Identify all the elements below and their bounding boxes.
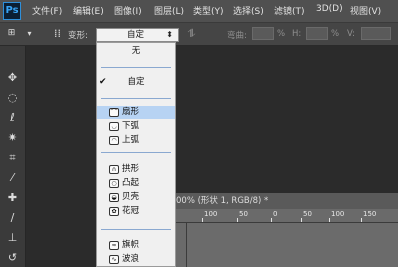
preset-tool-icon[interactable]: ⊞ xyxy=(4,26,19,41)
menu-file[interactable]: 文件(F) xyxy=(32,4,62,17)
warp-option-flag[interactable]: ≈ 旗帜 xyxy=(97,239,175,252)
warp-option-label: 凸起 xyxy=(122,178,140,188)
photoshop-logo: Ps xyxy=(3,2,21,20)
ruler-label: 100 xyxy=(331,210,345,218)
options-bar: ⊞ ▾ ⁞⁞ 变形: ⥮ 弯曲: % H: % V: xyxy=(0,23,398,46)
shell-icon: ◒ xyxy=(109,193,119,202)
warp-option-label: 旗帜 xyxy=(122,240,140,250)
warp-label: 变形: xyxy=(68,31,88,41)
ruler-label: 0 xyxy=(273,210,278,218)
brush-tool-icon[interactable]: ∕ xyxy=(5,210,20,225)
menu-type[interactable]: 类型(Y) xyxy=(193,4,224,17)
menu-3d[interactable]: 3D(D) xyxy=(316,4,343,14)
warp-option-label: 拱形 xyxy=(122,164,140,174)
h-distort-label: H: xyxy=(292,29,302,39)
ruler-label: 100 xyxy=(204,210,218,218)
arch-icon: ∩ xyxy=(109,165,119,174)
warp-option-label: 自定 xyxy=(127,77,145,87)
warp-option-label: 无 xyxy=(131,46,141,56)
menu-edit[interactable]: 编辑(E) xyxy=(73,4,104,17)
warp-option-label: 波浪 xyxy=(122,254,140,264)
warp-option-custom[interactable]: ✔ 自定 xyxy=(97,76,175,89)
menu-bar: Ps 文件(F) 编辑(E) 图像(I) 图层(L) 类型(Y) 选择(S) 滤… xyxy=(0,0,398,23)
bend-input[interactable] xyxy=(252,27,274,40)
warp-option-flower[interactable]: ✿ 花冠 xyxy=(97,205,175,218)
document-tab[interactable]: 00% (形状 1, RGB/8) * xyxy=(176,193,398,209)
chevron-down-icon[interactable]: ▾ xyxy=(22,26,37,41)
menu-separator xyxy=(101,67,171,68)
stamp-tool-icon[interactable]: ⊥ xyxy=(5,230,20,245)
menu-separator xyxy=(101,229,171,230)
warp-option-label: 下弧 xyxy=(122,121,140,131)
horizontal-ruler: 100 50 0 50 100 150 xyxy=(176,209,398,223)
arc-lower-icon: ◡ xyxy=(109,122,119,131)
ruler-label: 50 xyxy=(239,210,248,218)
v-distort-label: V: xyxy=(347,29,355,39)
history-brush-tool-icon[interactable]: ↺ xyxy=(5,250,20,265)
v-distort-input[interactable] xyxy=(361,27,391,40)
warp-option-shell[interactable]: ◒ 贝壳 xyxy=(97,191,175,204)
warp-style-menu: 无 ✔ 自定 ⌒ 扇形 ◡ 下弧 ◠ 上弧 ∩ 拱形 ○ 凸起 ◒ 贝壳 ✿ 花… xyxy=(96,42,176,267)
chevron-updown-icon: ⬍ xyxy=(166,30,173,39)
wave-icon: ∿ xyxy=(109,255,119,264)
warp-option-arc-lower[interactable]: ◡ 下弧 xyxy=(97,120,175,133)
flower-icon: ✿ xyxy=(109,207,119,216)
warp-orientation-icon[interactable]: ⥮ xyxy=(184,26,199,41)
vertical-ruler xyxy=(176,223,187,267)
marquee-tool-icon[interactable]: ◌ xyxy=(5,90,20,105)
warp-option-wave[interactable]: ∿ 波浪 xyxy=(97,253,175,266)
menu-separator xyxy=(101,152,171,153)
menu-separator xyxy=(101,98,171,99)
warp-option-label: 上弧 xyxy=(122,135,140,145)
menu-view[interactable]: 视图(V) xyxy=(350,4,381,17)
ruler-tick xyxy=(271,218,272,222)
warp-option-bulge[interactable]: ○ 凸起 xyxy=(97,177,175,190)
bend-label: 弯曲: xyxy=(227,31,247,41)
menu-filter[interactable]: 滤镜(T) xyxy=(274,4,305,17)
h-distort-unit: % xyxy=(331,29,340,39)
flag-icon: ≈ xyxy=(109,241,119,250)
canvas-area[interactable] xyxy=(176,223,398,267)
warp-option-none[interactable]: 无 xyxy=(97,45,175,58)
warp-option-arc[interactable]: ⌒ 扇形 xyxy=(97,106,175,119)
h-distort-input[interactable] xyxy=(306,27,328,40)
crop-tool-icon[interactable]: ⌗ xyxy=(5,150,20,165)
move-tool-icon[interactable]: ✥ xyxy=(5,70,20,85)
lasso-tool-icon[interactable]: ℓ xyxy=(5,110,20,125)
ruler-tick xyxy=(329,218,330,222)
menu-image[interactable]: 图像(I) xyxy=(114,4,142,17)
ruler-label: 150 xyxy=(363,210,377,218)
document-title: 00% (形状 1, RGB/8) * xyxy=(176,196,269,206)
ruler-tick xyxy=(202,218,203,222)
warp-option-label: 扇形 xyxy=(122,107,140,117)
arc-icon: ⌒ xyxy=(109,108,119,117)
ruler-label: 50 xyxy=(303,210,312,218)
quick-select-tool-icon[interactable]: ✷ xyxy=(5,130,20,145)
warp-style-value: 自定 xyxy=(127,30,145,40)
menu-layer[interactable]: 图层(L) xyxy=(154,4,184,17)
ruler-tick xyxy=(361,218,362,222)
menu-select[interactable]: 选择(S) xyxy=(233,4,264,17)
bend-unit: % xyxy=(277,29,286,39)
warp-option-label: 花冠 xyxy=(122,206,140,216)
warp-grid-icon[interactable]: ⁞⁞ xyxy=(50,26,65,41)
toolbox: ✥ ◌ ℓ ✷ ⌗ ⁄ ✚ ∕ ⊥ ↺ xyxy=(0,46,26,267)
ruler-tick xyxy=(237,218,238,222)
arc-upper-icon: ◠ xyxy=(109,136,119,145)
bulge-icon: ○ xyxy=(109,179,119,188)
ruler-tick xyxy=(301,218,302,222)
warp-option-arch[interactable]: ∩ 拱形 xyxy=(97,163,175,176)
eyedropper-tool-icon[interactable]: ⁄ xyxy=(5,170,20,185)
healing-brush-tool-icon[interactable]: ✚ xyxy=(5,190,20,205)
warp-option-label: 贝壳 xyxy=(122,192,140,202)
warp-style-select[interactable]: 自定 ⬍ xyxy=(96,28,179,42)
warp-option-arc-upper[interactable]: ◠ 上弧 xyxy=(97,134,175,147)
